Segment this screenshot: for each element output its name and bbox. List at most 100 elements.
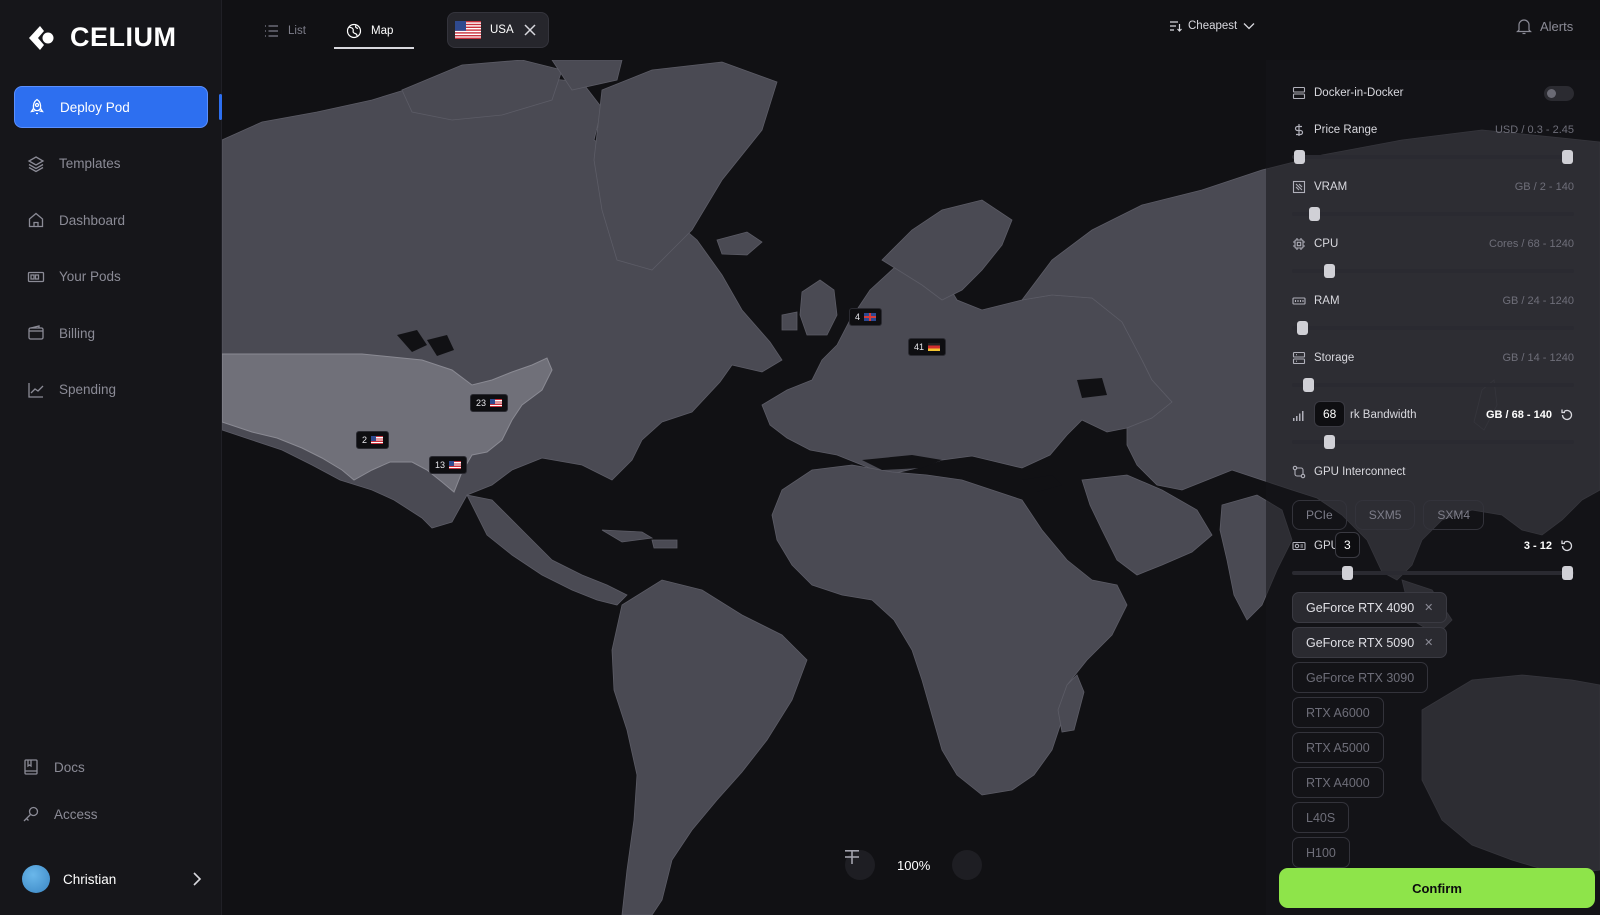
remove-icon[interactable]: ✕: [1424, 636, 1433, 649]
ram-slider[interactable]: [1292, 321, 1574, 335]
gpu-count-slider[interactable]: [1292, 566, 1574, 580]
marker-count: 2: [362, 435, 368, 445]
interconnect-option-pcie[interactable]: PCIe: [1292, 500, 1347, 530]
chevron-down-icon: [1243, 23, 1255, 30]
sidebar-item-docs[interactable]: Docs: [20, 752, 210, 782]
sidebar-item-templates[interactable]: Templates: [14, 143, 208, 185]
gpu-model-label: H100: [1306, 845, 1336, 860]
zoom-level: 100%: [897, 857, 931, 873]
sidebar-item-spending[interactable]: Spending: [14, 369, 208, 411]
key-icon: [23, 806, 39, 822]
tab-list[interactable]: List: [264, 14, 306, 48]
ram-icon: [1292, 297, 1306, 305]
germany-flag-icon: [928, 343, 941, 351]
gpu-model-rtx-3090[interactable]: GeForce RTX 3090: [1292, 662, 1429, 693]
sidebar-item-billing[interactable]: Billing: [14, 312, 208, 354]
ram-handle[interactable]: [1297, 321, 1308, 335]
docker-toggle[interactable]: [1544, 86, 1574, 101]
gpu-count-value-bubble: 3: [1335, 532, 1360, 558]
interconnect-option-sxm5[interactable]: SXM5: [1354, 500, 1416, 530]
sort-icon: [1170, 21, 1182, 32]
tab-map[interactable]: Map: [334, 14, 414, 49]
brand-name: CELIUM: [70, 22, 177, 52]
map-marker-uk[interactable]: 4: [849, 308, 883, 326]
user-menu[interactable]: Christian: [22, 864, 202, 894]
storage-handle[interactable]: [1303, 378, 1314, 392]
sidebar-item-deploy-pod[interactable]: Deploy Pod: [14, 86, 208, 128]
home-icon: [28, 212, 44, 228]
close-icon[interactable]: [523, 23, 537, 37]
map-marker-germany[interactable]: 41: [908, 338, 947, 356]
signal-icon: [1293, 411, 1304, 421]
gpu-model-label: RTX A5000: [1306, 740, 1370, 755]
reset-icon[interactable]: [1560, 539, 1574, 553]
bandwidth-value-bubble: 68: [1314, 401, 1346, 427]
price-slider[interactable]: [1292, 150, 1574, 164]
gpu-model-rtx-4090[interactable]: GeForce RTX 4090 ✕: [1292, 592, 1448, 623]
bandwidth-slider[interactable]: [1292, 435, 1574, 449]
sidebar-item-label: Spending: [59, 382, 117, 397]
sidebar-item-dashboard[interactable]: Dashboard: [14, 199, 208, 241]
gpu-model-label: GeForce RTX 4090: [1306, 600, 1415, 615]
price-range-value: / 0.3 - 2.45: [1521, 124, 1574, 136]
cpu-handle[interactable]: [1324, 264, 1335, 278]
vram-label: VRAM: [1314, 181, 1348, 193]
sort-dropdown[interactable]: Cheapest: [1169, 20, 1255, 32]
marker-count: 23: [476, 398, 487, 408]
globe-icon: [346, 23, 362, 38]
alerts-button[interactable]: Alerts: [1516, 18, 1573, 35]
gpu-count-min-handle[interactable]: [1342, 566, 1353, 580]
map-marker-us-south[interactable]: 13: [429, 456, 468, 474]
interconnect-option-sxm4[interactable]: SXM4: [1423, 500, 1485, 530]
vram-handle[interactable]: [1309, 207, 1320, 221]
gpu-count-max-handle[interactable]: [1562, 566, 1573, 580]
rocket-icon: [30, 98, 44, 115]
gpu-model-rtx-5090[interactable]: GeForce RTX 5090 ✕: [1292, 627, 1448, 658]
sidebar-nav: Deploy Pod Templates Dashboard Your Pods…: [14, 86, 208, 425]
bell-icon: [1516, 19, 1532, 35]
storage-row: Storage GB / 14 - 1240: [1292, 349, 1574, 392]
map-marker-us-east[interactable]: 23: [470, 394, 509, 412]
bandwidth-handle[interactable]: [1324, 435, 1335, 449]
country-chip-label: USA: [490, 24, 514, 36]
sidebar-item-access[interactable]: Access: [20, 799, 210, 829]
gpu-model-h100[interactable]: H100: [1292, 837, 1350, 868]
gpu-model-l40s[interactable]: L40S: [1292, 802, 1350, 833]
wallet-icon: [28, 325, 44, 340]
docker-label: Docker-in-Docker: [1314, 87, 1404, 99]
vram-row: VRAM GB / 2 - 140: [1292, 178, 1574, 221]
user-name: Christian: [63, 871, 117, 887]
logo[interactable]: CELIUM: [26, 22, 177, 53]
interconnect-options: PCIe SXM5 SXM4: [1292, 500, 1485, 530]
price-min-handle[interactable]: [1294, 150, 1305, 164]
price-max-handle[interactable]: [1562, 150, 1573, 164]
price-unit: USD: [1494, 124, 1519, 136]
storage-icon: [1292, 351, 1306, 365]
gpu-model-rtx-a4000[interactable]: RTX A4000: [1292, 767, 1384, 798]
gpu-model-rtx-a5000[interactable]: RTX A5000: [1292, 732, 1384, 763]
filter-panel: Docker-in-Docker Price Range USD / 0.3 -…: [1266, 60, 1600, 915]
remove-icon[interactable]: ✕: [1424, 601, 1433, 614]
zoom-in-button[interactable]: [845, 850, 983, 880]
interconnect-label: GPU Interconnect: [1314, 466, 1406, 478]
alerts-label: Alerts: [1540, 19, 1574, 34]
storage-label: Storage: [1314, 352, 1355, 364]
list-icon: [265, 25, 278, 37]
vram-slider[interactable]: [1292, 207, 1574, 221]
ram-unit: GB / 24 - 1240: [1502, 295, 1574, 307]
sidebar-item-label: Deploy Pod: [60, 99, 130, 115]
gpu-model-list: GeForce RTX 4090 ✕ GeForce RTX 5090 ✕ GeFo…: [1292, 592, 1582, 872]
us-flag-icon: [449, 461, 462, 469]
map-marker-us-central[interactable]: 2: [356, 431, 390, 449]
price-label: Price Range: [1314, 124, 1378, 136]
country-filter-chip[interactable]: USA: [447, 12, 549, 48]
cpu-slider[interactable]: [1292, 264, 1574, 278]
storage-slider[interactable]: [1292, 378, 1574, 392]
gpu-icon: [1292, 541, 1306, 551]
gpu-model-rtx-a6000[interactable]: RTX A6000: [1292, 697, 1384, 728]
sidebar-item-your-pods[interactable]: Your Pods: [14, 256, 208, 298]
uk-flag-icon: [864, 313, 877, 321]
chevron-right-icon: [193, 872, 202, 886]
confirm-button[interactable]: Confirm: [1279, 868, 1595, 908]
reset-icon[interactable]: [1560, 408, 1574, 422]
